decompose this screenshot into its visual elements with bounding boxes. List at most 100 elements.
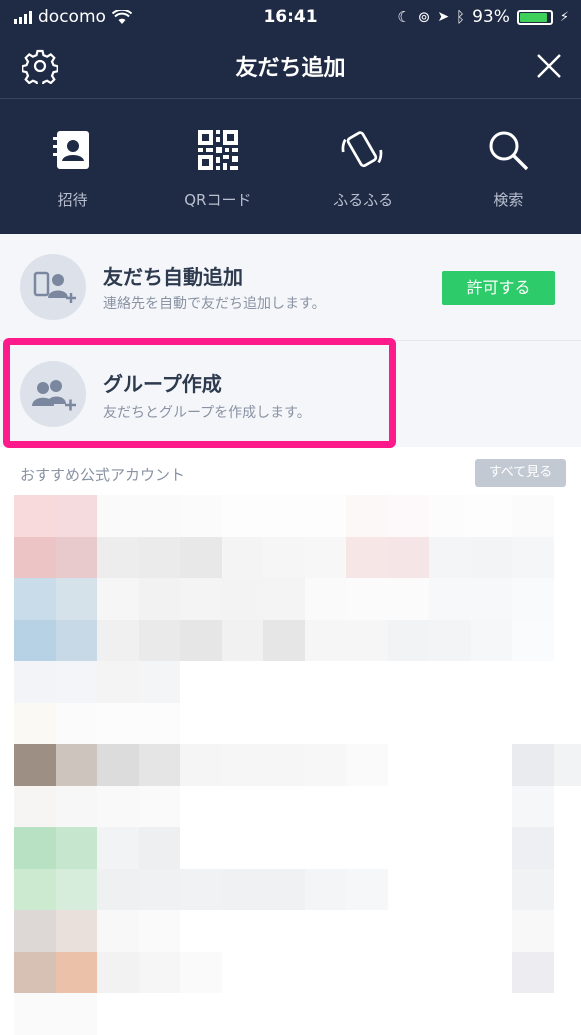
- mosaic-tile: [222, 993, 264, 1035]
- auto-add-title: 友だち自動追加: [103, 265, 243, 289]
- mosaic-tile: [305, 827, 347, 869]
- tool-qr[interactable]: QRコード: [145, 99, 290, 234]
- mosaic-tile: [554, 786, 581, 828]
- mosaic-tile: [139, 910, 181, 952]
- mosaic-tile: [139, 578, 181, 620]
- rotation-lock-icon: ⊚: [417, 8, 431, 26]
- mosaic-tile: [139, 993, 181, 1035]
- mosaic-tile: [471, 495, 513, 537]
- mosaic-tile: [512, 827, 554, 869]
- mosaic-tile: [14, 827, 56, 869]
- mosaic-tile: [554, 827, 581, 869]
- header: docomo 16:41 ☾ ⊚ ➤ ᛒ 93% ⚡ 友だち追加 招待 QRコー…: [0, 0, 581, 234]
- mosaic-tile: [429, 910, 471, 952]
- allow-button[interactable]: 許可する: [442, 271, 555, 305]
- mosaic-tile: [512, 661, 554, 703]
- mosaic-tile: [56, 620, 98, 662]
- mosaic-tile: [346, 786, 388, 828]
- mosaic-tile: [222, 703, 264, 745]
- tool-search[interactable]: 検索: [436, 99, 581, 234]
- mosaic-tile: [97, 786, 139, 828]
- mosaic-tile: [305, 578, 347, 620]
- mosaic-tile: [222, 661, 264, 703]
- mosaic-tile: [14, 620, 56, 662]
- mosaic-tile: [554, 910, 581, 952]
- mosaic-tile: [471, 869, 513, 911]
- shake-phone-icon: [341, 131, 383, 168]
- mosaic-tile: [471, 744, 513, 786]
- mosaic-tile: [388, 827, 430, 869]
- mosaic-tile: [56, 869, 98, 911]
- mosaic-tile: [429, 620, 471, 662]
- mosaic-tile: [263, 661, 305, 703]
- mosaic-tile: [56, 952, 98, 994]
- mosaic-tile: [512, 620, 554, 662]
- mosaic-tile: [388, 786, 430, 828]
- mosaic-tile: [554, 578, 581, 620]
- mosaic-tile: [97, 537, 139, 579]
- mosaic-tile: [97, 703, 139, 745]
- tool-invite[interactable]: 招待: [0, 99, 145, 234]
- mosaic-tile: [388, 495, 430, 537]
- mosaic-tile: [97, 661, 139, 703]
- mosaic-tile: [56, 578, 98, 620]
- mosaic-tile: [139, 827, 181, 869]
- mosaic-tile: [346, 578, 388, 620]
- mosaic-tile: [554, 620, 581, 662]
- mosaic-tile: [97, 869, 139, 911]
- mosaic-tile: [471, 661, 513, 703]
- see-all-button[interactable]: すべて見る: [475, 459, 566, 487]
- mosaic-tile: [471, 620, 513, 662]
- mosaic-tile: [139, 620, 181, 662]
- moon-icon: ☾: [397, 8, 411, 26]
- tool-label: ふるふる: [333, 191, 394, 209]
- close-icon[interactable]: [533, 50, 565, 82]
- mosaic-tile: [554, 495, 581, 537]
- mosaic-tile: [554, 661, 581, 703]
- section-heading: おすすめ公式アカウント: [20, 466, 186, 484]
- mosaic-tile: [429, 495, 471, 537]
- mosaic-tile: [388, 744, 430, 786]
- tool-label: QRコード: [184, 191, 252, 209]
- mosaic-tile: [97, 620, 139, 662]
- mosaic-tile: [180, 827, 222, 869]
- mosaic-tile: [305, 910, 347, 952]
- tool-shake[interactable]: ふるふる: [291, 99, 436, 234]
- mosaic-tile: [97, 495, 139, 537]
- mosaic-tile: [263, 744, 305, 786]
- mosaic-tile: [263, 910, 305, 952]
- mosaic-tile: [346, 952, 388, 994]
- mosaic-tile: [305, 869, 347, 911]
- mosaic-tile: [346, 661, 388, 703]
- mosaic-tile: [97, 578, 139, 620]
- mosaic-tile: [180, 744, 222, 786]
- mosaic-tile: [222, 578, 264, 620]
- mosaic-tile: [429, 703, 471, 745]
- page-title: 友だち追加: [235, 56, 346, 81]
- mosaic-tile: [139, 744, 181, 786]
- mosaic-tile: [429, 786, 471, 828]
- mosaic-tile: [305, 703, 347, 745]
- mosaic-tile: [97, 910, 139, 952]
- mosaic-tile: [429, 578, 471, 620]
- mosaic-tile: [14, 744, 56, 786]
- mosaic-tile: [180, 495, 222, 537]
- mosaic-tile: [346, 910, 388, 952]
- mosaic-tile: [222, 869, 264, 911]
- mosaic-tile: [139, 952, 181, 994]
- location-icon: ➤: [437, 9, 450, 25]
- mosaic-tile: [471, 578, 513, 620]
- mosaic-tile: [346, 869, 388, 911]
- mosaic-tile: [56, 993, 98, 1035]
- mosaic-tile: [512, 952, 554, 994]
- mosaic-tile: [56, 786, 98, 828]
- mosaic-tile: [222, 827, 264, 869]
- tool-label: 検索: [493, 191, 524, 209]
- mosaic-tile: [222, 952, 264, 994]
- auto-add-row[interactable]: 友だち自動追加 連絡先を自動で友だち追加します。 許可する: [0, 234, 581, 340]
- phone-friends-icon: [33, 271, 76, 303]
- mosaic-tile: [97, 993, 139, 1035]
- mosaic-tile: [471, 537, 513, 579]
- mosaic-tile: [97, 952, 139, 994]
- mosaic-tile: [346, 744, 388, 786]
